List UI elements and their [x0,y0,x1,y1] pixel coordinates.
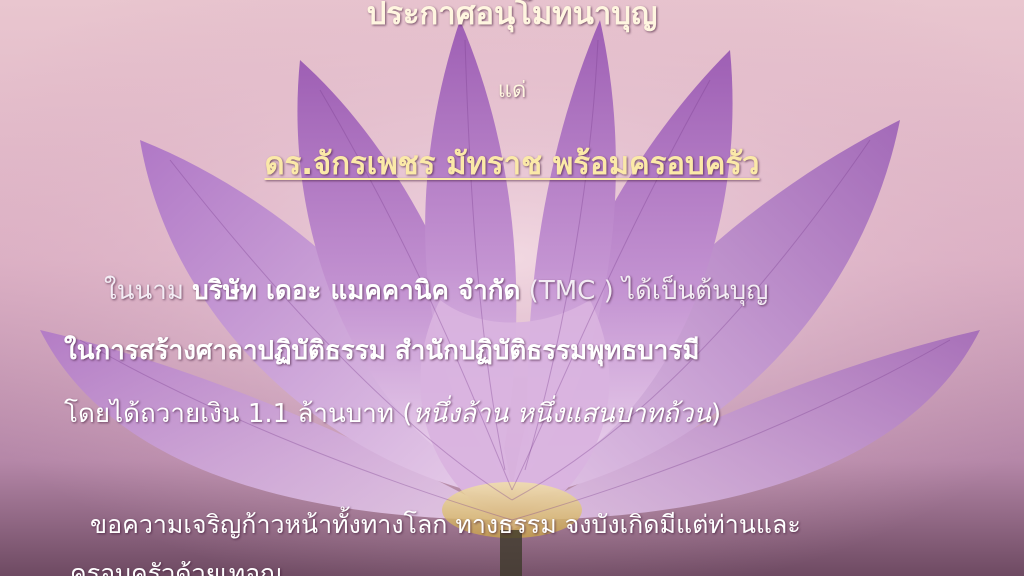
body-line-3: โดยได้ถวายเงิน 1.1 ล้านบาท (หนึ่งล้าน หน… [64,393,721,434]
amount-in-words: หนึ่งล้าน หนึ่งแสนบาทถ้วน [412,399,711,429]
line3-suffix: ) [710,399,722,429]
line1-prefix: ในนาม [104,276,193,306]
line3-prefix: โดยได้ถวายเงิน 1.1 ล้านบาท ( [64,399,413,429]
announcement-slide: ประกาศอนุโมทนาบุญ แด่ ดร.จักรเพชร มัทราช… [0,0,1024,576]
line1-suffix: (TMC ) ได้เป็นต้นบุญ [520,276,769,306]
dedication-to-label: แด่ [497,78,527,103]
announcement-heading: ประกาศอนุโมทนาบุญ [366,0,658,32]
body-line-5: ครอบครัวด้วยเทอญ [70,559,282,576]
company-name: บริษัท เดอะ แมคคานิค จำกัด [192,276,521,306]
body-line-2: ในการสร้างศาลาปฏิบัติธรรม สำนักปฏิบัติธร… [64,336,700,366]
body-line-1: ในนาม บริษัท เดอะ แมคคานิค จำกัด (TMC ) … [104,270,768,311]
body-line-4: ขอความเจริญก้าวหน้าทั้งทางโลก ทางธรรม จง… [90,510,801,539]
recipient-name: ดร.จักรเพชร มัทราช พร้อมครอบครัว [264,146,760,182]
